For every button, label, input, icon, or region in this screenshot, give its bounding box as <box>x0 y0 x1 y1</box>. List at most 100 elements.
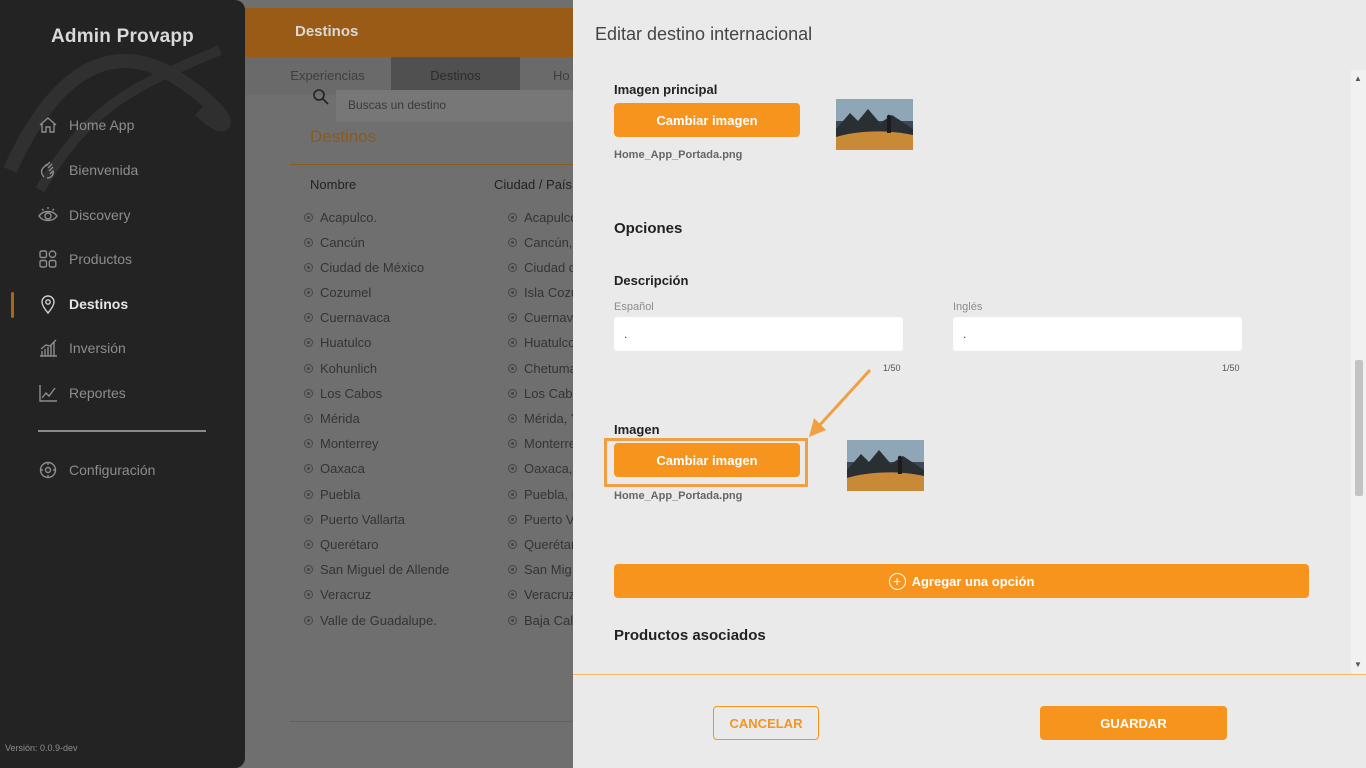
location-pin-icon <box>41 295 55 314</box>
radio-icon <box>508 288 517 297</box>
edit-destination-modal: Editar destino internacional Imagen prin… <box>573 0 1366 768</box>
table-cell: San Mig <box>508 562 572 577</box>
radio-icon <box>304 288 313 297</box>
radio-icon <box>304 565 313 574</box>
radio-icon <box>508 364 517 373</box>
column-header-ciudad: Ciudad / País <box>494 177 573 192</box>
table-cell: Veracruz <box>508 587 575 602</box>
table-row[interactable]: Acapulco. <box>304 210 377 225</box>
radio-icon <box>304 238 313 247</box>
options-title: Opciones <box>614 220 683 237</box>
sidebar-item-bienvenida[interactable]: Bienvenida <box>38 158 138 182</box>
radio-icon <box>508 338 517 347</box>
table-row[interactable]: Kohunlich <box>304 361 377 376</box>
radio-icon <box>304 590 313 599</box>
table-row[interactable]: Mérida <box>304 411 360 426</box>
main-image-label: Imagen principal <box>614 82 718 97</box>
page-title: Destinos <box>295 23 359 40</box>
add-option-label: Agregar una opción <box>911 573 1035 589</box>
scrollbar-thumb[interactable] <box>1355 360 1363 496</box>
table-row[interactable]: Ciudad de México <box>304 260 424 275</box>
scroll-up-icon[interactable]: ▲ <box>1354 74 1362 83</box>
radio-icon <box>304 263 313 272</box>
add-option-button[interactable]: + Agregar una opción <box>614 564 1309 598</box>
table-row[interactable]: Veracruz <box>304 587 371 602</box>
table-row[interactable]: Huatulco <box>304 335 371 350</box>
radio-icon <box>304 338 313 347</box>
sidebar-item-label: Discovery <box>69 207 131 223</box>
modal-scrollbar[interactable]: ▲ ▼ <box>1351 70 1366 674</box>
sidebar-item-destinos[interactable]: Destinos <box>38 292 128 316</box>
sidebar-item-discovery[interactable]: Discovery <box>38 203 130 227</box>
table-row[interactable]: Puerto Vallarta <box>304 512 405 527</box>
spanish-description-input[interactable] <box>614 317 903 351</box>
radio-icon <box>508 565 517 574</box>
radio-icon <box>304 490 313 499</box>
description-label: Descripción <box>614 273 689 288</box>
table-cell: Puerto V <box>508 512 575 527</box>
table-cell: Puebla, P <box>508 487 580 502</box>
modal-title: Editar destino internacional <box>595 24 813 44</box>
radio-icon <box>508 515 517 524</box>
home-icon <box>39 117 57 133</box>
table-row[interactable]: San Miguel de Allende <box>304 562 449 577</box>
change-option-image-button[interactable]: Cambiar imagen <box>614 443 800 477</box>
table-bottom-divider <box>290 721 575 722</box>
save-button[interactable]: GUARDAR <box>1040 706 1227 740</box>
table-cell: Chetuma <box>508 361 577 376</box>
table-row[interactable]: Oaxaca <box>304 461 365 476</box>
sidebar-item-home-app[interactable]: Home App <box>38 113 134 137</box>
radio-icon <box>304 313 313 322</box>
sidebar-item-label: Destinos <box>69 296 129 312</box>
table-row[interactable]: Cuernavaca <box>304 310 390 325</box>
sidebar-item-productos[interactable]: Productos <box>38 247 132 271</box>
sidebar-item-label: Reportes <box>69 385 126 401</box>
radio-icon <box>304 414 313 423</box>
table-cell: Los Cab <box>508 386 572 401</box>
modal-scroll-area[interactable]: Imagen principal Cambiar imagen Home_App… <box>573 70 1366 674</box>
sidebar-item-label: Productos <box>69 251 133 267</box>
radio-icon <box>508 414 517 423</box>
table-row[interactable]: Puebla <box>304 487 360 502</box>
sidebar-item-inversion[interactable]: Inversión <box>38 336 126 360</box>
radio-icon <box>508 490 517 499</box>
change-main-image-button[interactable]: Cambiar imagen <box>614 103 800 137</box>
radio-icon <box>508 590 517 599</box>
main-image-thumbnail <box>836 99 913 150</box>
table-cell: Ciudad c <box>508 260 575 275</box>
section-title: Destinos <box>310 127 377 146</box>
gear-icon <box>39 461 57 479</box>
sidebar-item-label: Home App <box>69 117 135 133</box>
table-cell: Huatulco <box>508 335 575 350</box>
brand-title: Admin Provapp <box>50 26 194 47</box>
option-image-label: Imagen <box>614 422 660 437</box>
table-row[interactable]: Monterrey <box>304 436 379 451</box>
hand-wave-icon <box>40 161 54 179</box>
table-row[interactable]: Valle de Guadalupe. <box>304 613 437 628</box>
line-chart-icon <box>39 385 57 402</box>
radio-icon <box>508 540 517 549</box>
active-nav-indicator <box>11 292 14 318</box>
table-row[interactable]: Cancún <box>304 235 365 250</box>
radio-icon <box>304 616 313 625</box>
cancel-button[interactable]: CANCELAR <box>713 706 819 740</box>
table-row[interactable]: Los Cabos <box>304 386 382 401</box>
english-label: Inglés <box>953 301 983 313</box>
table-row[interactable]: Querétaro <box>304 537 379 552</box>
english-description-input[interactable] <box>953 317 1242 351</box>
table-row[interactable]: Cozumel <box>304 285 371 300</box>
modal-footer: CANCELAR GUARDAR <box>573 674 1366 768</box>
plus-circle-icon: + <box>888 572 906 590</box>
search-placeholder: Buscas un destino <box>348 98 447 112</box>
option-image-thumbnail <box>847 440 924 491</box>
radio-icon <box>508 313 517 322</box>
search-icon <box>313 89 329 105</box>
scroll-down-icon[interactable]: ▼ <box>1354 660 1362 669</box>
radio-icon <box>508 616 517 625</box>
sidebar-item-label: Bienvenida <box>69 162 139 178</box>
sidebar-item-reportes[interactable]: Reportes <box>38 381 126 405</box>
search-input[interactable]: Buscas un destino <box>336 90 576 122</box>
option-image-filename: Home_App_Portada.png <box>614 490 743 502</box>
radio-icon <box>304 389 313 398</box>
sidebar-item-configuracion[interactable]: Configuración <box>38 458 155 482</box>
